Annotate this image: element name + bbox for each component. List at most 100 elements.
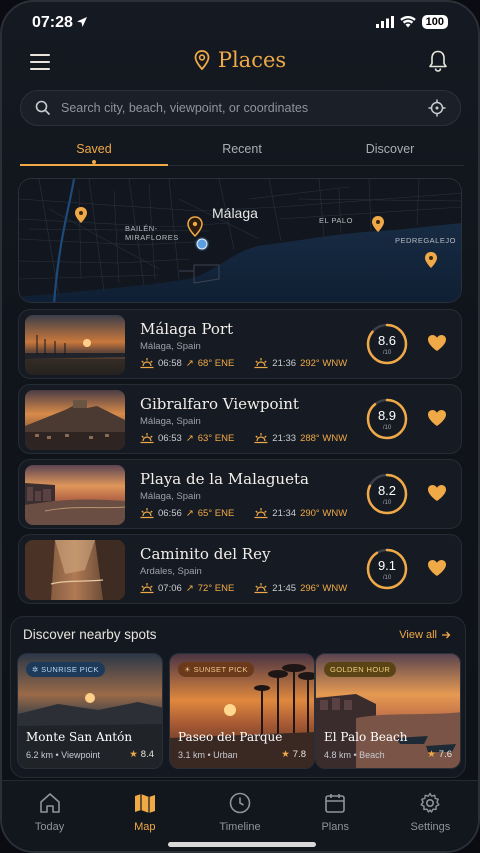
tab-label: Recent <box>222 142 262 156</box>
map-district-label: PEDREGALEJO <box>395 236 456 245</box>
heart-icon[interactable] <box>427 484 447 502</box>
place-location: Ardales, Spain <box>140 566 202 577</box>
spot-badge-label: GOLDEN HOUR <box>330 665 391 674</box>
map-city-label: Málaga <box>212 205 258 221</box>
tab-label: Saved <box>76 142 112 156</box>
status-time: 07:28 <box>32 14 73 31</box>
heart-icon[interactable] <box>427 559 447 577</box>
sunrise-time: 06:58 <box>158 357 182 369</box>
nav-settings[interactable]: Settings <box>383 781 478 851</box>
place-location: Málaga, Spain <box>140 341 201 352</box>
spot-badge-label: SUNSET PICK <box>193 665 248 674</box>
app-header: Places <box>2 46 478 78</box>
page-title: Places <box>217 48 287 72</box>
score-max: /10 <box>382 575 392 581</box>
score-value: 9.1 <box>377 558 397 573</box>
place-card[interactable]: Gibralfaro Viewpoint Málaga, Spain 06:53… <box>18 384 462 454</box>
star-icon: ★ <box>129 749 138 760</box>
sunset-icon <box>254 583 268 594</box>
home-icon <box>39 793 60 813</box>
map-district-label: EL PALO <box>319 216 353 225</box>
score-ring: 8.2 /10 <box>365 472 409 516</box>
place-card[interactable]: Caminito del Rey Ardales, Spain 07:06 ↗ … <box>18 534 462 604</box>
bell-icon[interactable] <box>428 49 448 73</box>
active-dot <box>92 160 96 164</box>
spot-badge: GOLDEN HOUR <box>324 662 397 677</box>
nav-label: Today <box>34 821 65 833</box>
sunrise-azimuth-icon: ↗ <box>185 357 194 369</box>
sun-icon: ☀ <box>184 665 194 674</box>
sunrise-icon <box>140 433 154 444</box>
title-group: Places <box>2 48 478 72</box>
location-arrow-icon <box>77 17 87 27</box>
signal-icon <box>375 16 394 28</box>
place-thumbnail <box>25 315 125 375</box>
place-name: Gibralfaro Viewpoint <box>140 395 299 413</box>
heart-icon[interactable] <box>427 334 447 352</box>
spot-rating-value: 7.6 <box>438 749 452 760</box>
sunset-azimuth: 290° WNW <box>300 507 348 519</box>
score-value: 8.2 <box>377 483 397 498</box>
spot-meta: 4.8 km • Beach <box>324 750 385 760</box>
battery-indicator: 100 <box>421 15 448 29</box>
score-value: 8.6 <box>377 333 397 348</box>
spot-card[interactable]: ✲ SUNRISE PICK Monte San Antón 6.2 km • … <box>17 653 163 769</box>
tab-recent[interactable]: Recent <box>168 140 316 165</box>
sunrise-time: 07:06 <box>158 582 182 594</box>
nav-today[interactable]: Today <box>2 781 97 851</box>
sunset-icon <box>254 508 268 519</box>
score-max: /10 <box>382 425 392 431</box>
spot-card[interactable]: GOLDEN HOUR El Palo Beach 4.8 km • Beach… <box>315 653 461 769</box>
spot-card[interactable]: ☀ SUNSET PICK Paseo del Parque 3.1 km • … <box>169 653 315 769</box>
score-ring: 8.6 /10 <box>365 322 409 366</box>
sun-times: 06:56 ↗ 65° ENE 21:34 290° WNW <box>140 507 347 519</box>
sun-times: 07:06 ↗ 72° ENE 21:45 296° WNW <box>140 582 347 594</box>
place-card[interactable]: Playa de la Malagueta Málaga, Spain 06:5… <box>18 459 462 529</box>
sunset-time: 21:33 <box>272 432 297 444</box>
view-all-link[interactable]: View all <box>399 629 451 641</box>
heart-icon[interactable] <box>427 409 447 427</box>
sunset-azimuth: 288° WNW <box>300 432 348 444</box>
arrow-right-icon <box>442 631 451 639</box>
nav-label: Map <box>134 821 156 833</box>
map-icon <box>134 794 155 813</box>
sunrise-icon <box>140 583 154 594</box>
spot-meta: 3.1 km • Urban <box>178 750 238 760</box>
nav-label: Plans <box>321 821 349 833</box>
calendar-icon <box>325 794 346 813</box>
sunset-azimuth: 296° WNW <box>300 582 348 594</box>
discover-section: Discover nearby spots View all ✲ SUNRISE… <box>10 616 466 778</box>
spot-badge: ☀ SUNSET PICK <box>178 662 254 677</box>
clock-icon <box>229 792 251 814</box>
sunset-icon <box>254 358 268 369</box>
spot-name: Paseo del Parque <box>178 730 283 744</box>
map-district-label: BAILÉN- MIRAFLORES <box>125 224 179 242</box>
search-icon <box>35 100 51 116</box>
search-input[interactable] <box>61 101 428 115</box>
gear-icon <box>420 792 440 813</box>
status-bar: 07:28 100 <box>2 2 478 46</box>
spot-name: El Palo Beach <box>324 730 408 744</box>
tab-saved[interactable]: Saved <box>20 140 168 166</box>
place-thumbnail <box>25 540 125 600</box>
score-ring: 9.1 /10 <box>365 547 409 591</box>
sunset-time: 21:34 <box>272 507 297 519</box>
spot-meta: 6.2 km • Viewpoint <box>26 750 101 760</box>
map-view[interactable]: Málaga BAILÉN- MIRAFLORES EL PALO PEDREG… <box>18 178 462 303</box>
tab-label: Discover <box>365 142 415 156</box>
spot-name: Monte San Antón <box>26 730 133 744</box>
place-card[interactable]: Málaga Port Málaga, Spain 06:58 ↗ 68° EN… <box>18 309 462 379</box>
tab-discover[interactable]: Discover <box>316 140 464 165</box>
score-max: /10 <box>382 500 392 506</box>
wifi-icon <box>399 16 416 28</box>
home-indicator <box>168 842 316 847</box>
place-thumbnail <box>25 465 125 525</box>
crosshair-icon[interactable] <box>428 99 446 117</box>
place-thumbnail <box>25 390 125 450</box>
place-name: Playa de la Malagueta <box>140 470 309 488</box>
spot-rating: ★ 7.8 <box>281 749 306 760</box>
spot-badge-label: SUNRISE PICK <box>41 665 99 674</box>
search-bar <box>20 90 461 126</box>
score-max: /10 <box>382 350 392 356</box>
place-name: Málaga Port <box>140 320 234 338</box>
